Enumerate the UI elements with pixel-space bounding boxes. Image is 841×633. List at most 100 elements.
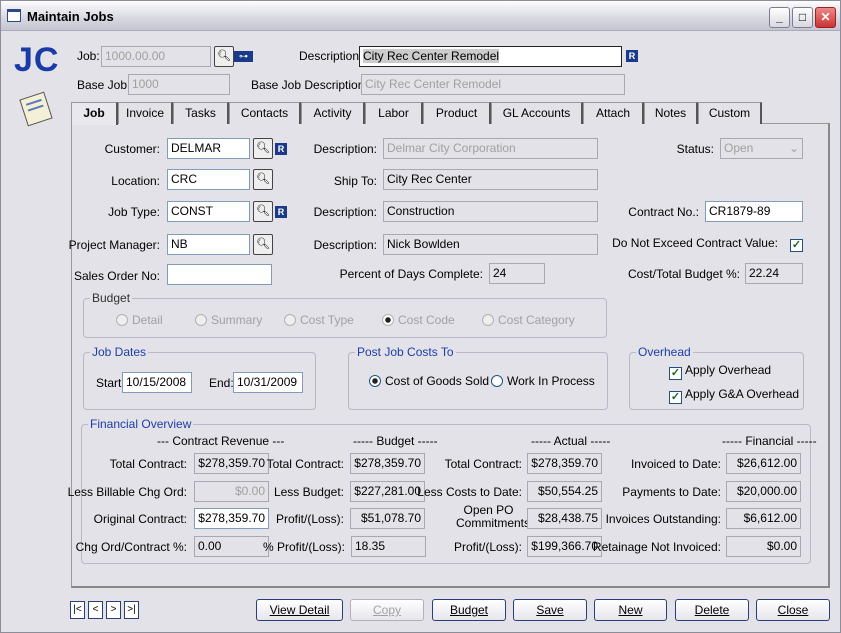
less-budget-label: Less Budget: — [273, 485, 344, 499]
budget-radio-detail[interactable]: Detail — [116, 313, 163, 327]
less-billable-chg-ord-field[interactable]: $0.00 — [194, 481, 269, 502]
budget-total-contract-field[interactable]: $278,359.70 — [350, 453, 425, 474]
original-contract-field[interactable]: $278,359.70 — [194, 508, 269, 529]
retainage-field[interactable]: $0.00 — [726, 536, 801, 557]
job-type-description-label: Description: — [313, 205, 377, 219]
close-button[interactable]: Close — [756, 599, 830, 621]
previous-record-button[interactable]: < — [88, 601, 103, 619]
budget-pct-profit-field[interactable]: 18.35 — [351, 536, 426, 557]
tab-activity[interactable]: Activity — [301, 102, 365, 124]
magnifier-icon: 🔍︎ — [256, 142, 270, 154]
invoices-outstanding-field[interactable]: $6,612.00 — [726, 508, 801, 529]
open-po-field[interactable]: $28,438.75 — [527, 508, 602, 529]
tab-tasks[interactable]: Tasks — [173, 102, 229, 124]
payments-label: Payments to Date: — [622, 485, 721, 499]
checkmark-icon: ✓ — [669, 367, 682, 380]
financial-overview-title: Financial Overview — [88, 417, 194, 431]
budget-profit-field[interactable]: $51,078.70 — [350, 508, 425, 529]
delete-button[interactable]: Delete — [675, 599, 749, 621]
ship-to-field[interactable]: City Rec Center — [383, 169, 598, 190]
cost-budget-field[interactable]: 22.24 — [745, 263, 803, 284]
window-icon — [7, 9, 21, 22]
customer-lookup-button[interactable]: 🔍︎ — [253, 138, 273, 159]
budget-total-contract-label: Total Contract: — [266, 457, 344, 471]
contract-revenue-header: --- Contract Revenue --- — [157, 434, 285, 448]
pm-description-field[interactable]: Nick Bowlden — [383, 234, 598, 255]
customer-field[interactable]: DELMAR — [167, 138, 250, 159]
financial-header: ----- Financial ----- — [722, 434, 817, 448]
notepad-icon — [19, 91, 53, 127]
required-icon: R — [275, 206, 287, 218]
copy-button[interactable]: Copy — [350, 599, 424, 621]
minimize-button[interactable]: _ — [769, 7, 790, 28]
tab-attach[interactable]: Attach — [583, 102, 644, 124]
next-record-button[interactable]: > — [106, 601, 121, 619]
customer-description-label: Description: — [313, 142, 377, 156]
start-label: Start: — [96, 376, 125, 390]
new-button[interactable]: New — [594, 599, 667, 621]
view-detail-button[interactable]: View Detail — [256, 599, 343, 621]
tab-contacts[interactable]: Contacts — [229, 102, 301, 124]
key-icon[interactable]: ⊶ — [234, 51, 253, 62]
tab-job[interactable]: Job — [71, 102, 118, 125]
save-button[interactable]: Save — [513, 599, 587, 621]
description-field[interactable]: City Rec Center Remodel — [359, 46, 622, 67]
close-window-button[interactable]: ✕ — [815, 7, 836, 28]
budget-radio-cost-type[interactable]: Cost Type — [284, 313, 354, 327]
project-manager-lookup-button[interactable]: 🔍︎ — [253, 234, 273, 255]
last-record-button[interactable]: >| — [124, 601, 139, 619]
job-lookup-button[interactable]: 🔍︎ — [214, 46, 234, 67]
tab-invoice[interactable]: Invoice — [118, 102, 173, 124]
less-billable-chg-ord-label: Less Billable Chg Ord: — [67, 485, 187, 499]
status-select[interactable]: Open ⌄ — [720, 138, 803, 159]
post-radio-wip[interactable]: Work In Process — [491, 374, 595, 388]
budget-button[interactable]: Budget — [432, 599, 506, 621]
actual-total-contract-field[interactable]: $278,359.70 — [527, 453, 602, 474]
location-field[interactable]: CRC — [167, 169, 250, 190]
total-contract-field[interactable]: $278,359.70 — [194, 453, 269, 474]
job-type-lookup-button[interactable]: 🔍︎ — [253, 201, 273, 222]
location-lookup-button[interactable]: 🔍︎ — [253, 169, 273, 190]
apply-overhead-checkbox[interactable]: ✓ Apply Overhead — [669, 363, 771, 380]
job-type-field[interactable]: CONST — [167, 201, 250, 222]
sales-order-field[interactable] — [167, 264, 272, 285]
tab-labor[interactable]: Labor — [365, 102, 423, 124]
magnifier-icon: 🔍︎ — [256, 205, 270, 217]
base-job-description-field[interactable]: City Rec Center Remodel — [361, 74, 625, 95]
payments-field[interactable]: $20,000.00 — [726, 481, 801, 502]
job-type-description-field[interactable]: Construction — [383, 201, 598, 222]
title-bar: Maintain Jobs _ □ ✕ — [1, 1, 840, 31]
budget-radio-cost-category[interactable]: Cost Category — [482, 313, 575, 327]
do-not-exceed-checkbox[interactable]: ✓ — [790, 235, 806, 252]
budget-radio-summary[interactable]: Summary — [195, 313, 262, 327]
actual-profit-field[interactable]: $199,366.70 — [527, 536, 602, 557]
less-budget-field[interactable]: $227,281.00 — [350, 481, 425, 502]
invoices-outstanding-label: Invoices Outstanding: — [605, 512, 721, 526]
percent-days-field[interactable]: 24 — [489, 263, 545, 284]
project-manager-field[interactable]: NB — [167, 234, 250, 255]
start-date-field[interactable]: 10/15/2008 — [122, 372, 192, 393]
less-costs-field[interactable]: $50,554.25 — [527, 481, 602, 502]
first-record-button[interactable]: |< — [70, 601, 85, 619]
invoiced-field[interactable]: $26,612.00 — [726, 453, 801, 474]
job-field[interactable]: 1000.00.00 — [101, 46, 211, 67]
required-icon: R — [626, 50, 638, 62]
tab-notes[interactable]: Notes — [644, 102, 698, 124]
tab-product[interactable]: Product — [423, 102, 491, 124]
maximize-button[interactable]: □ — [792, 7, 813, 28]
base-job-field[interactable]: 1000 — [128, 74, 230, 95]
post-radio-cogs[interactable]: Cost of Goods Sold — [369, 374, 489, 388]
description-label: Description: — [299, 49, 363, 63]
checkbox-label: Apply G&A Overhead — [685, 387, 800, 401]
actual-profit-label: Profit/(Loss): — [453, 540, 522, 554]
tab-gl-accounts[interactable]: GL Accounts — [491, 102, 583, 124]
budget-radio-cost-code[interactable]: Cost Code — [382, 313, 455, 327]
required-icon: R — [275, 143, 287, 155]
chg-ord-contract-pct-field[interactable]: 0.00 — [194, 536, 269, 557]
end-date-field[interactable]: 10/31/2009 — [233, 372, 303, 393]
contract-no-field[interactable]: CR1879-89 — [705, 201, 803, 222]
customer-description-field[interactable]: Delmar City Corporation — [383, 138, 598, 159]
do-not-exceed-label: Do Not Exceed Contract Value: — [612, 236, 778, 250]
apply-ga-overhead-checkbox[interactable]: ✓ Apply G&A Overhead — [669, 387, 799, 404]
tab-custom[interactable]: Custom — [698, 102, 762, 124]
